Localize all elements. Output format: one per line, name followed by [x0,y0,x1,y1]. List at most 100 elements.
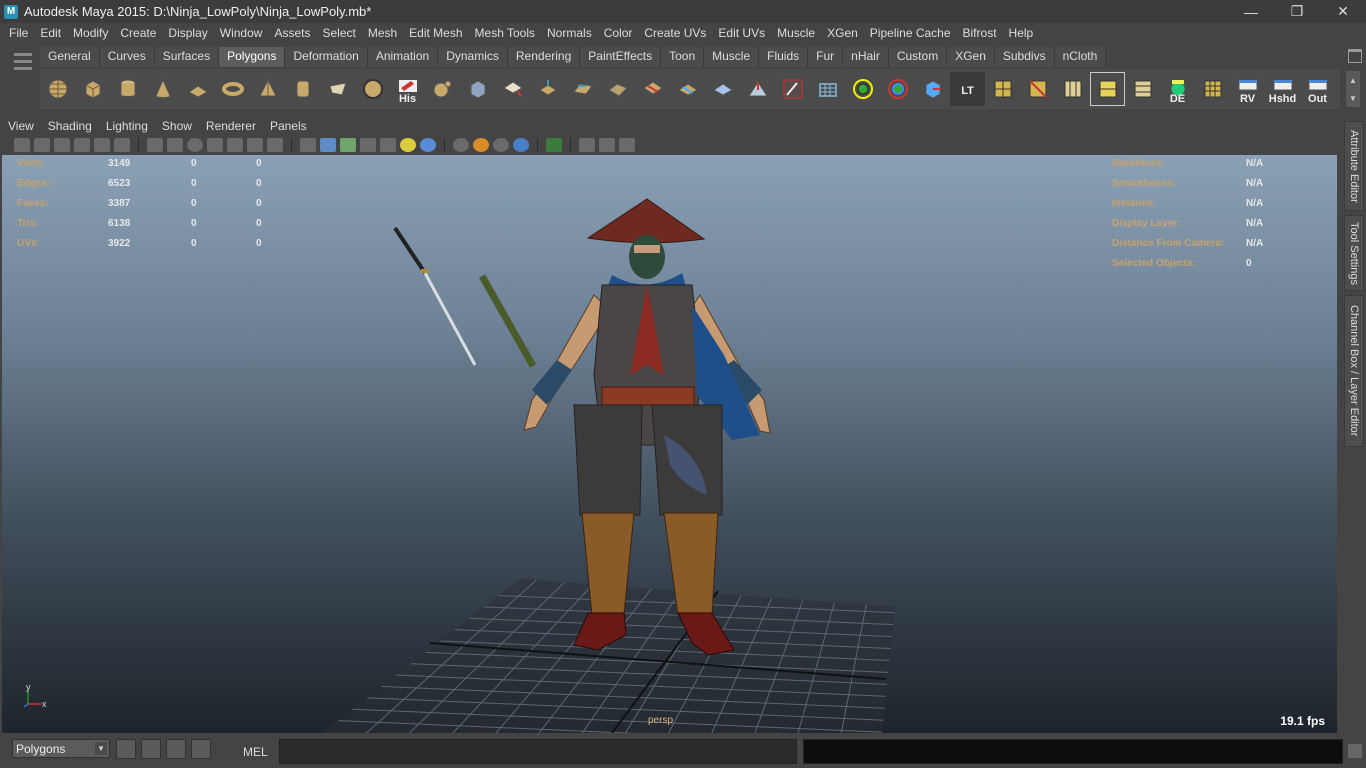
camera-view-icon[interactable] [579,138,595,152]
wireframe-on-shaded-icon[interactable] [340,138,356,152]
shelf-tab-subdivs[interactable]: Subdivs [994,47,1055,67]
menu-help[interactable]: Help [1004,26,1041,40]
camera-attributes-icon[interactable] [34,138,50,152]
snap-icon[interactable] [116,739,136,759]
create-poly-tool-icon[interactable] [320,72,355,106]
shelf-tab-muscle[interactable]: Muscle [704,47,760,67]
uv-unfold-icon[interactable] [1090,72,1125,106]
menu-color[interactable]: Color [599,26,640,40]
perspective-viewport[interactable]: Verts: 3149 0 0 Edges: 6523 0 0 Faces: 3… [2,155,1337,733]
gate-mask-icon[interactable] [207,138,223,152]
film-gate-icon[interactable] [167,138,183,152]
tool-settings-tab[interactable]: Tool Settings [1344,215,1364,291]
safe-action-icon[interactable] [247,138,263,152]
menu-edit-mesh[interactable]: Edit Mesh [404,26,469,40]
menu-set-dropdown[interactable]: Polygons ▼ [12,739,110,758]
shelf-tab-polygons[interactable]: Polygons [219,47,286,67]
uv-normalize-icon[interactable] [1125,72,1160,106]
motion-blur-icon[interactable] [493,138,509,152]
field-chart-icon[interactable] [227,138,243,152]
shelf-tab-xgen[interactable]: XGen [947,47,995,67]
use-all-lights-icon[interactable] [400,138,416,152]
combine-icon[interactable] [355,72,390,106]
paint-weights-icon[interactable] [775,72,810,106]
shelf-trash-icon[interactable] [1348,49,1362,63]
shelf-tab-animation[interactable]: Animation [367,47,439,67]
poly-plane-icon[interactable] [180,72,215,106]
extrude-icon[interactable] [530,72,565,106]
bridge-icon[interactable] [565,72,600,106]
smooth-icon[interactable] [495,72,530,106]
uv-cylinder-icon[interactable] [880,72,915,106]
resolution-gate-icon[interactable] [187,138,203,152]
menu-edit[interactable]: Edit [35,26,68,40]
uv-grid-icon[interactable] [1195,72,1230,106]
poly-cylinder-icon[interactable] [110,72,145,106]
panel-menu-lighting[interactable]: Lighting [106,119,148,133]
shelf-scroll-arrows[interactable]: ▲ ▼ [1346,71,1360,107]
uv-cut-icon[interactable] [1020,72,1055,106]
poly-torus-icon[interactable] [215,72,250,106]
shelf-tab-surfaces[interactable]: Surfaces [154,47,220,67]
mel-label[interactable]: MEL [243,745,268,759]
grid-icon[interactable] [147,138,163,152]
render-view-icon[interactable]: RV [1230,72,1265,106]
screen-space-ao-icon[interactable] [473,138,489,152]
viewport-settings-icon[interactable] [619,138,635,152]
menu-display[interactable]: Display [163,26,214,40]
wireframe-icon[interactable] [300,138,316,152]
uv-sew-icon[interactable] [1055,72,1090,106]
two-d-pan-zoom-icon[interactable] [114,138,130,152]
poly-pipe-icon[interactable] [285,72,320,106]
sculpt-geometry-icon[interactable] [740,72,775,106]
panel-menu-view[interactable]: View [8,119,34,133]
shelf-tab-fluids[interactable]: Fluids [759,47,809,67]
image-plane-icon[interactable] [74,138,90,152]
extract-icon[interactable] [460,72,495,106]
menu-window[interactable]: Window [215,26,270,40]
select-mode-icon[interactable] [546,138,562,152]
outliner-icon[interactable]: Out [1300,72,1335,106]
xray-icon[interactable] [380,138,396,152]
grease-pencil-icon[interactable] [94,138,110,152]
menu-create-uvs[interactable]: Create UVs [639,26,713,40]
outliner-list-icon[interactable] [166,739,186,759]
menu-normals[interactable]: Normals [542,26,599,40]
menu-edit-uvs[interactable]: Edit UVs [713,26,772,40]
poly-cube-icon[interactable] [75,72,110,106]
shelf-tab-toon[interactable]: Toon [661,47,705,67]
channel-box-layer-editor-tab[interactable]: Channel Box / Layer Editor [1344,295,1364,447]
bookmarks-icon[interactable] [54,138,70,152]
menu-xgen[interactable]: XGen [822,26,865,40]
layers-icon[interactable] [191,739,211,759]
select-camera-icon[interactable] [14,138,30,152]
shelf-tab-deformation[interactable]: Deformation [285,47,368,67]
uv-planar-icon[interactable] [915,72,950,106]
shelf-tab-rendering[interactable]: Rendering [507,47,581,67]
menu-modify[interactable]: Modify [68,26,115,40]
uv-sphere-icon[interactable] [845,72,880,106]
smooth-shade-icon[interactable] [320,138,336,152]
menu-mesh-tools[interactable]: Mesh Tools [470,26,542,40]
menu-assets[interactable]: Assets [269,26,317,40]
shelf-tab-nhair[interactable]: nHair [843,47,889,67]
shadows-icon[interactable] [420,138,436,152]
shelf-tab-general[interactable]: General [40,47,100,67]
minimize-icon[interactable]: — [1228,0,1274,23]
uv-layout-icon[interactable] [985,72,1020,106]
insert-edge-loop-icon[interactable] [670,72,705,106]
menu-muscle[interactable]: Muscle [772,26,822,40]
frame-all-icon[interactable] [599,138,615,152]
separate-icon[interactable] [425,72,460,106]
shelf-tab-curves[interactable]: Curves [99,47,155,67]
shelf-tab-fur[interactable]: Fur [808,47,844,67]
panel-menu-renderer[interactable]: Renderer [206,119,256,133]
panel-menu-shading[interactable]: Shading [48,119,92,133]
shelf-tab-painteffects[interactable]: PaintEffects [580,47,662,67]
shelf-tab-ncloth[interactable]: nCloth [1054,47,1107,67]
shelf-tab-dynamics[interactable]: Dynamics [438,47,508,67]
shelf-tab-custom[interactable]: Custom [888,47,948,67]
anti-aliasing-icon[interactable] [513,138,529,152]
command-input[interactable] [279,739,797,764]
offset-edge-loop-icon[interactable] [705,72,740,106]
